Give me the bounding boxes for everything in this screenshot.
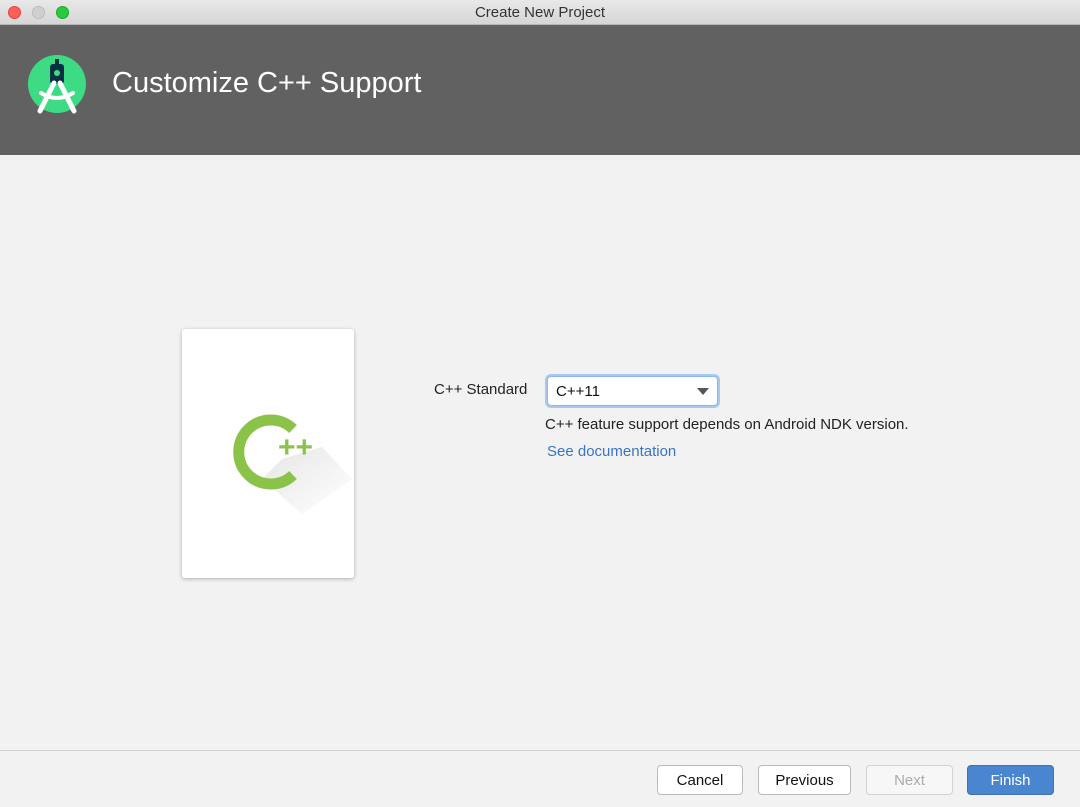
chevron-down-icon bbox=[697, 388, 709, 395]
android-studio-icon bbox=[26, 53, 88, 117]
cpp-plus-text: ++ bbox=[278, 431, 313, 464]
page-title: Customize C++ Support bbox=[112, 67, 422, 99]
wizard-header: Customize C++ Support bbox=[0, 25, 1080, 155]
next-button[interactable]: Next bbox=[866, 765, 953, 795]
cpp-standard-dropdown[interactable]: C++11 bbox=[547, 376, 718, 406]
title-bar[interactable]: Create New Project bbox=[0, 0, 1080, 25]
footer-divider bbox=[0, 750, 1080, 751]
cpp-standard-label: C++ Standard bbox=[434, 381, 528, 398]
cpp-icon: ++ bbox=[233, 414, 352, 514]
cancel-button[interactable]: Cancel bbox=[657, 765, 743, 795]
ndk-support-note: C++ feature support depends on Android N… bbox=[545, 416, 909, 433]
see-documentation-link[interactable]: See documentation bbox=[547, 443, 676, 460]
finish-button[interactable]: Finish bbox=[967, 765, 1054, 795]
previous-button[interactable]: Previous bbox=[758, 765, 851, 795]
cpp-standard-value: C++11 bbox=[556, 383, 600, 400]
create-new-project-window: Create New Project Customize C++ Support bbox=[0, 0, 1080, 807]
window-title: Create New Project bbox=[474, 4, 606, 21]
cpp-illustration-card: ++ bbox=[182, 329, 354, 578]
